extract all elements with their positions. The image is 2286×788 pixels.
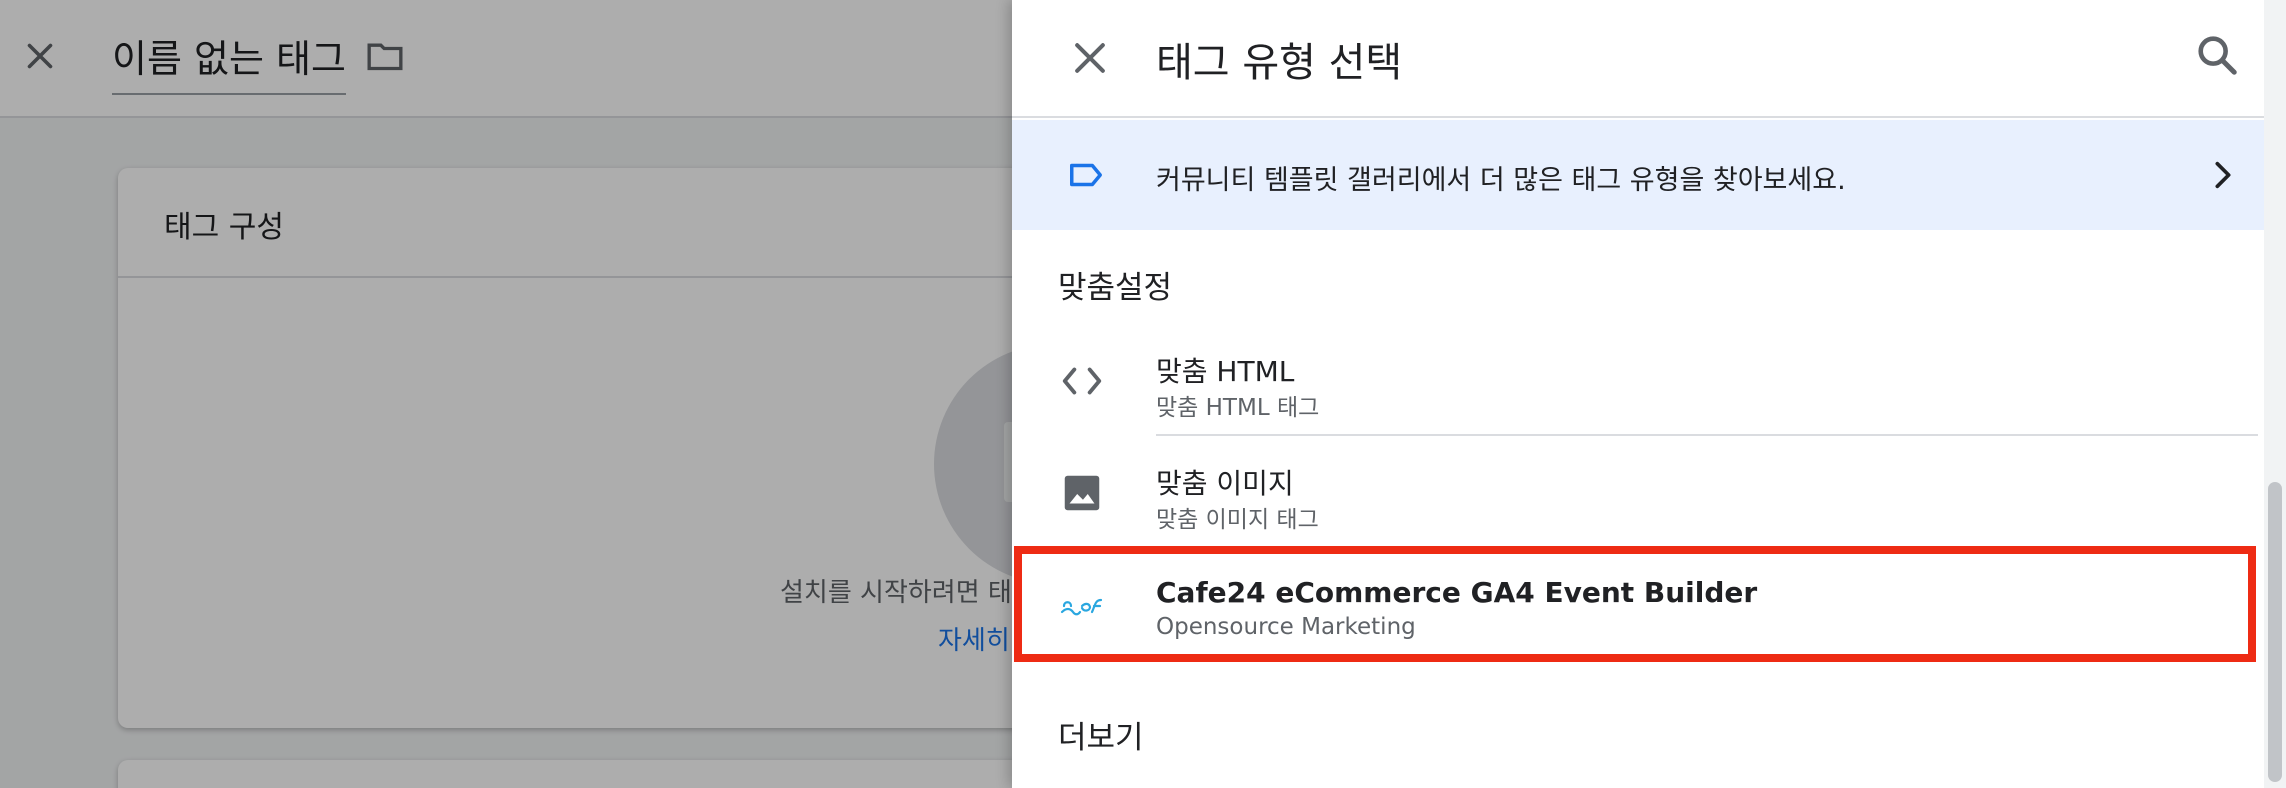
choose-tag-type-panel: 태그 유형 선택 커뮤니티 템플릿 갤러리에서 더 많은 태그 유형을 찾아보세… xyxy=(1012,0,2286,788)
tag-type-description: 맞춤 HTML 태그 xyxy=(1156,395,1320,421)
chevron-right-icon xyxy=(2215,161,2231,189)
cafe24-logo-icon xyxy=(1060,598,1103,616)
code-icon xyxy=(1062,367,1102,395)
search-icon[interactable] xyxy=(2194,32,2240,78)
banner-text: 커뮤니티 템플릿 갤러리에서 더 많은 태그 유형을 찾아보세요. xyxy=(1156,165,1846,196)
tag-type-description: Opensource Marketing xyxy=(1156,614,1416,640)
panel-scrollbar[interactable] xyxy=(2264,0,2286,788)
list-divider xyxy=(1156,434,2258,436)
tag-type-name: 맞춤 HTML xyxy=(1156,355,1295,388)
scrollbar-thumb[interactable] xyxy=(2268,482,2282,782)
image-icon xyxy=(1064,475,1100,511)
panel-header: 태그 유형 선택 xyxy=(1012,0,2286,118)
tag-type-item-custom-html[interactable]: 맞춤 HTML 맞춤 HTML 태그 xyxy=(1012,326,2260,436)
close-icon[interactable] xyxy=(1068,36,1112,80)
tag-type-item-cafe24-ga4[interactable]: Cafe24 eCommerce GA4 Event Builder Opens… xyxy=(1012,552,2260,662)
section-heading-more: 더보기 xyxy=(1058,720,1144,756)
section-heading-custom: 맞춤설정 xyxy=(1058,270,1173,306)
tag-type-name: Cafe24 eCommerce GA4 Event Builder xyxy=(1156,576,1758,609)
panel-title: 태그 유형 선택 xyxy=(1156,40,1403,86)
label-tag-icon xyxy=(1070,163,1102,187)
community-gallery-banner[interactable]: 커뮤니티 템플릿 갤러리에서 더 많은 태그 유형을 찾아보세요. xyxy=(1012,120,2286,230)
tag-type-name: 맞춤 이미지 xyxy=(1156,467,1294,500)
tag-type-description: 맞춤 이미지 태그 xyxy=(1156,507,1319,533)
tag-type-item-custom-image[interactable]: 맞춤 이미지 맞춤 이미지 태그 xyxy=(1012,438,2260,548)
